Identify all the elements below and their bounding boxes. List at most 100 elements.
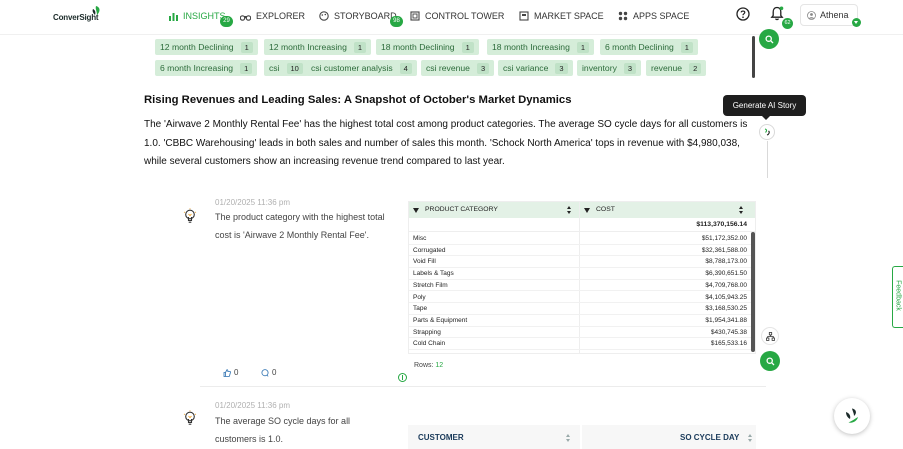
feedback-tab[interactable]: Feedback — [892, 266, 903, 328]
help-button[interactable] — [736, 7, 750, 26]
cost-cell: $4,105,943.25 — [705, 293, 747, 301]
filter-icon[interactable] — [584, 207, 590, 213]
tags-scrollbar[interactable] — [752, 36, 755, 78]
tag-chip[interactable]: 12 month Declining 1 — [155, 39, 258, 55]
nav-market-space[interactable]: MARKET SPACE — [519, 9, 604, 23]
tower-icon — [410, 11, 420, 21]
help-icon — [736, 7, 750, 21]
chevron-down-icon[interactable] — [852, 18, 861, 27]
chat-assistant-button[interactable] — [834, 398, 870, 434]
tag-count: 2 — [689, 62, 702, 74]
product-cost-table: PRODUCT CATEGORY COST $113,370,156.14 Mi… — [408, 201, 756, 354]
comment-icon — [261, 368, 269, 377]
category-cell: Stretch Film — [413, 281, 448, 289]
tag-count: 1 — [240, 41, 253, 53]
tag-chip[interactable]: 18 month Declining 1 — [376, 39, 479, 55]
tag-chip[interactable]: 6 month Declining 1 — [600, 39, 698, 55]
table-scrollbar[interactable] — [751, 232, 755, 352]
sort-icon[interactable] — [748, 434, 753, 442]
search-icon — [764, 34, 773, 43]
nav-storyboard[interactable]: STORYBOARD — [319, 9, 397, 23]
cost-cell: $51,172,352.00 — [701, 235, 747, 242]
conversight-logo[interactable]: ConverSight — [53, 6, 108, 28]
search-button[interactable] — [759, 29, 779, 49]
column-header-label: CUSTOMER — [418, 433, 464, 442]
tag-count: 1 — [353, 41, 367, 53]
tag-count: 4 — [399, 62, 412, 74]
category-cell: Parts & Equipment — [413, 316, 468, 324]
column-header-so-cycle-day[interactable]: SO CYCLE DAY — [582, 425, 756, 449]
total-row: $113,370,156.14 — [409, 219, 755, 232]
search-icon — [765, 356, 774, 365]
nav-control-tower-label: CONTROL TOWER — [425, 11, 505, 21]
column-header-customer[interactable]: CUSTOMER — [408, 425, 580, 449]
bar-chart-icon — [169, 12, 178, 21]
cost-cell: $4,709,768.00 — [705, 281, 747, 289]
tag-chip[interactable]: 12 month Increasing 1 — [264, 39, 372, 55]
table-header: PRODUCT CATEGORY COST — [409, 202, 755, 218]
user-name: Athena — [820, 10, 849, 20]
total-value: $113,370,156.14 — [696, 221, 747, 228]
nav-market-space-label: MARKET SPACE — [534, 11, 604, 21]
comment-button[interactable]: 0 — [261, 368, 276, 377]
tag-chip[interactable]: csi revenue 3 — [421, 60, 495, 76]
column-header-label: PRODUCT CATEGORY — [425, 206, 498, 213]
table-row[interactable]: Misc $51,172,352.00 — [409, 233, 755, 245]
table-row[interactable]: Tape $3,168,530.25 — [409, 303, 755, 315]
cost-cell: $1,954,341.88 — [705, 316, 747, 324]
tag-label: revenue — [651, 63, 683, 73]
column-header-product-category[interactable]: PRODUCT CATEGORY — [413, 202, 498, 218]
filter-icon[interactable] — [413, 207, 419, 213]
column-header-label: SO CYCLE DAY — [680, 433, 740, 442]
column-header-cost[interactable]: COST — [584, 202, 615, 218]
nav-control-tower[interactable]: CONTROL TOWER — [410, 9, 504, 23]
table-row[interactable]: Strapping $430,745.38 — [409, 327, 755, 339]
category-cell: Strapping — [413, 328, 441, 336]
like-button[interactable]: 0 — [223, 368, 238, 377]
table-row[interactable]: Cold Chain $165,533.16 — [409, 338, 755, 350]
sort-icon[interactable] — [566, 434, 571, 442]
logo-text: ConverSight — [53, 13, 99, 22]
cost-cell: $8,788,173.00 — [705, 258, 747, 266]
tag-chip[interactable]: 18 month Increasing 1 — [487, 39, 595, 55]
tag-chip[interactable]: 6 month Increasing 1 — [155, 60, 258, 76]
nav-apps-space-label: APPS SPACE — [633, 11, 690, 21]
tag-count: 3 — [476, 62, 490, 74]
category-cell: Cold Chain — [413, 340, 446, 348]
sort-icon[interactable] — [739, 206, 744, 214]
tag-count: 1 — [576, 41, 590, 53]
story-title: Rising Revenues and Leading Sales: A Sna… — [144, 94, 572, 106]
hierarchy-button[interactable] — [761, 327, 779, 345]
info-icon[interactable] — [398, 373, 407, 382]
apps-grid-icon — [618, 11, 628, 21]
timeline-line — [767, 141, 768, 178]
tag-chip[interactable]: csi variance 3 — [498, 60, 573, 76]
table-row[interactable]: Void Fill $8,788,173.00 — [409, 256, 755, 269]
table-row[interactable]: Stretch Film $4,709,768.00 — [409, 280, 755, 292]
nav-storyboard-label: STORYBOARD — [334, 11, 397, 21]
tag-label: csi revenue — [426, 63, 470, 73]
insight-timestamp: 01/20/2025 11:36 pm — [215, 198, 291, 207]
sort-icon[interactable] — [567, 206, 572, 214]
tag-chip[interactable]: csi customer analysis 4 — [306, 60, 417, 76]
table-row[interactable]: Parts & Equipment $1,954,341.88 — [409, 315, 755, 327]
tag-chip[interactable]: inventory 3 — [577, 60, 642, 76]
table-row[interactable]: Poly $4,105,943.25 — [409, 292, 755, 304]
nav-insights[interactable]: INSIGHTS — [169, 9, 226, 23]
tag-chip[interactable]: csi 10 — [264, 60, 308, 76]
table-row[interactable]: Corrugated $32,361,588.00 — [409, 245, 755, 257]
nav-apps-space[interactable]: APPS SPACE — [618, 9, 689, 23]
bell-icon — [770, 6, 784, 21]
hierarchy-icon — [765, 331, 775, 341]
user-menu[interactable]: Athena — [800, 4, 858, 26]
generate-ai-story-button[interactable] — [759, 124, 775, 140]
search-button[interactable] — [760, 351, 780, 371]
store-icon — [519, 11, 529, 21]
table-row[interactable]: Labels & Tags $6,390,651.50 — [409, 268, 755, 280]
cost-cell: $165,533.16 — [710, 340, 747, 348]
nav-explorer[interactable]: EXPLORER — [240, 9, 305, 23]
tag-chip[interactable]: revenue 2 — [646, 60, 707, 76]
tag-label: 6 month Declining — [605, 42, 674, 52]
binoculars-icon — [240, 14, 251, 21]
insight-text: The average SO cycle days for all custom… — [215, 416, 351, 444]
